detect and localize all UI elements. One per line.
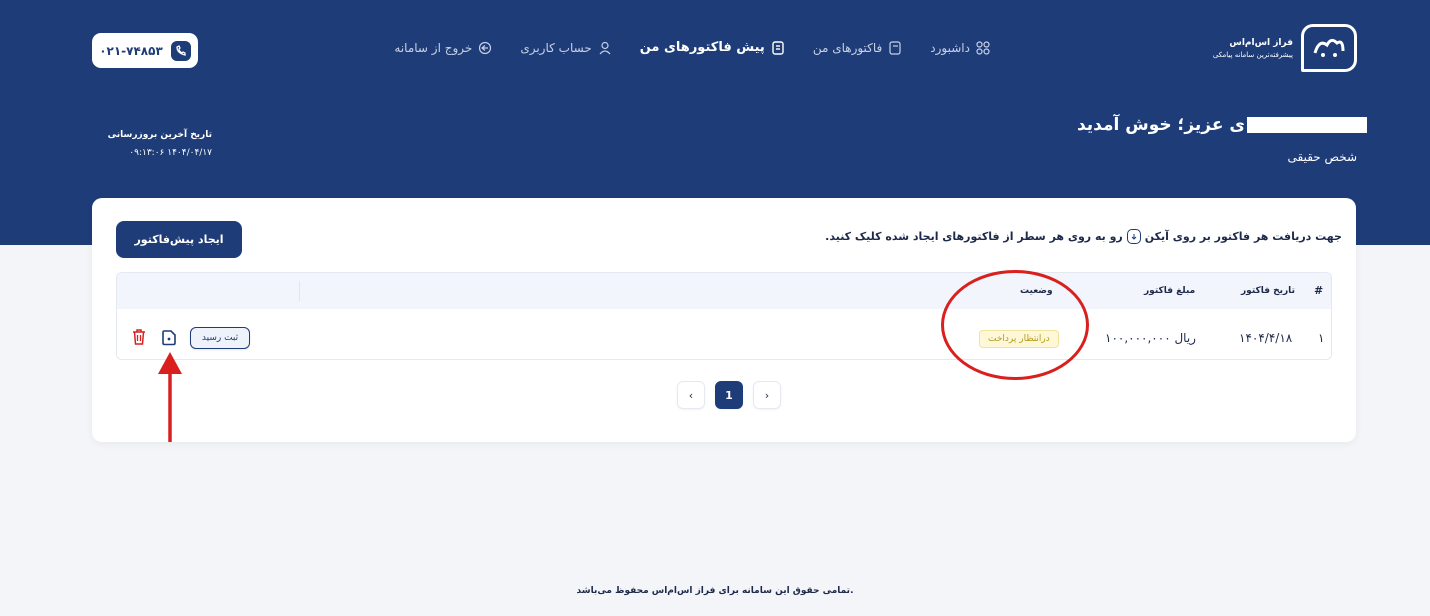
submit-receipt-button[interactable]: ثبت رسید — [190, 327, 250, 349]
phone-icon — [170, 40, 191, 61]
grid-icon — [976, 40, 990, 55]
row-index: ۱ — [1318, 331, 1325, 345]
invoice-icon — [888, 40, 902, 55]
header-amount: مبلغ فاکتور — [1144, 286, 1196, 296]
pagination-prev-button[interactable]: ‹ — [677, 381, 705, 409]
pagination: ‹ 1 › — [677, 381, 781, 409]
nav-label: خروج از سامانه — [394, 40, 473, 55]
row-amount: ۱۰۰,۰۰۰,۰۰۰ ریال — [1105, 331, 1196, 345]
nav-label: داشبورد — [930, 40, 970, 55]
nav-label: پیش فاکتورهای من — [639, 40, 765, 55]
phone-number: ۰۲۱-۷۴۸۵۳ — [99, 43, 163, 58]
row-date: ۱۴۰۴/۴/۱۸ — [1239, 331, 1293, 345]
user-icon — [598, 41, 612, 55]
invoices-table: # تاریخ فاکتور مبلغ فاکتور وضعیت ۱ ۱۴۰۴/… — [116, 272, 1332, 360]
brand-text: فراز اس‌ام‌اس پیشرفته‌ترین سامانه پیامکی — [1213, 38, 1293, 59]
main-nav: داشبورد فاکتورهای من پیش فاکتورهای من حس… — [394, 40, 990, 55]
table-header: # تاریخ فاکتور مبلغ فاکتور وضعیت — [117, 273, 1331, 309]
footer-copyright: تمامی حقوق این سامانه برای فراز اس‌ام‌اس… — [576, 586, 854, 596]
logout-icon — [478, 41, 492, 55]
brand-tagline: پیشرفته‌ترین سامانه پیامکی — [1212, 50, 1293, 59]
redacted-username — [1247, 117, 1367, 133]
download-invoice-icon — [1126, 229, 1141, 244]
nav-item-dashboard[interactable]: داشبورد — [930, 41, 990, 55]
receipt-icon — [771, 40, 785, 55]
nav-item-account[interactable]: حساب کاربری — [520, 41, 611, 55]
download-hint: جهت دریافت هر فاکتور بر روی آیکن رو به ر… — [825, 229, 1342, 244]
column-divider — [299, 281, 300, 301]
last-update-value: ۱۴۰۴/۰۴/۱۷ ۰۹:۱۳:۰۶ — [129, 148, 212, 158]
brand-name: فراز اس‌ام‌اس — [1229, 37, 1293, 48]
hint-text-before: جهت دریافت هر فاکتور بر روی آیکن — [1144, 230, 1342, 243]
support-phone-button[interactable]: ۰۲۱-۷۴۸۵۳ — [92, 33, 198, 68]
nav-label: حساب کاربری — [520, 40, 592, 55]
download-invoice-icon[interactable] — [161, 329, 177, 346]
welcome-text: ی عزیز؛ خوش آمدید — [1076, 115, 1245, 135]
trash-icon[interactable] — [131, 328, 147, 346]
annotation-circle — [941, 270, 1089, 380]
pagination-page-button[interactable]: 1 — [715, 381, 743, 409]
header-index: # — [1314, 284, 1324, 297]
welcome-heading: ی عزیز؛ خوش آمدید — [1077, 115, 1367, 135]
nav-item-proforma[interactable]: پیش فاکتورهای من — [640, 40, 785, 55]
create-proforma-button[interactable]: ایجاد پیش‌فاکتور — [116, 221, 242, 258]
invoices-card: ایجاد پیش‌فاکتور جهت دریافت هر فاکتور بر… — [92, 198, 1356, 442]
user-type: شخص حقیقی — [1287, 150, 1358, 164]
pagination-next-button[interactable]: › — [753, 381, 781, 409]
nav-label: فاکتورهای من — [812, 40, 883, 55]
last-update: تاریخ آخرین بروزرسانی ۱۴۰۴/۰۴/۱۷ ۰۹:۱۳:۰… — [92, 130, 212, 158]
hint-text-after: رو به روی هر سطر از فاکتورهای ایجاد شده … — [825, 230, 1123, 243]
annotation-arrow-icon — [158, 352, 182, 442]
last-update-label: تاریخ آخرین بروزرسانی — [107, 130, 212, 140]
nav-item-logout[interactable]: خروج از سامانه — [394, 41, 492, 55]
table-row: ۱ ۱۴۰۴/۴/۱۸ ۱۰۰,۰۰۰,۰۰۰ ریال درانتظار پر… — [117, 317, 1331, 359]
nav-item-invoices[interactable]: فاکتورهای من — [813, 41, 902, 55]
header-date: تاریخ فاکتور — [1241, 286, 1295, 296]
brand-logo[interactable]: فراز اس‌ام‌اس پیشرفته‌ترین سامانه پیامکی — [1213, 24, 1357, 72]
logo-mark-icon — [1301, 24, 1357, 72]
